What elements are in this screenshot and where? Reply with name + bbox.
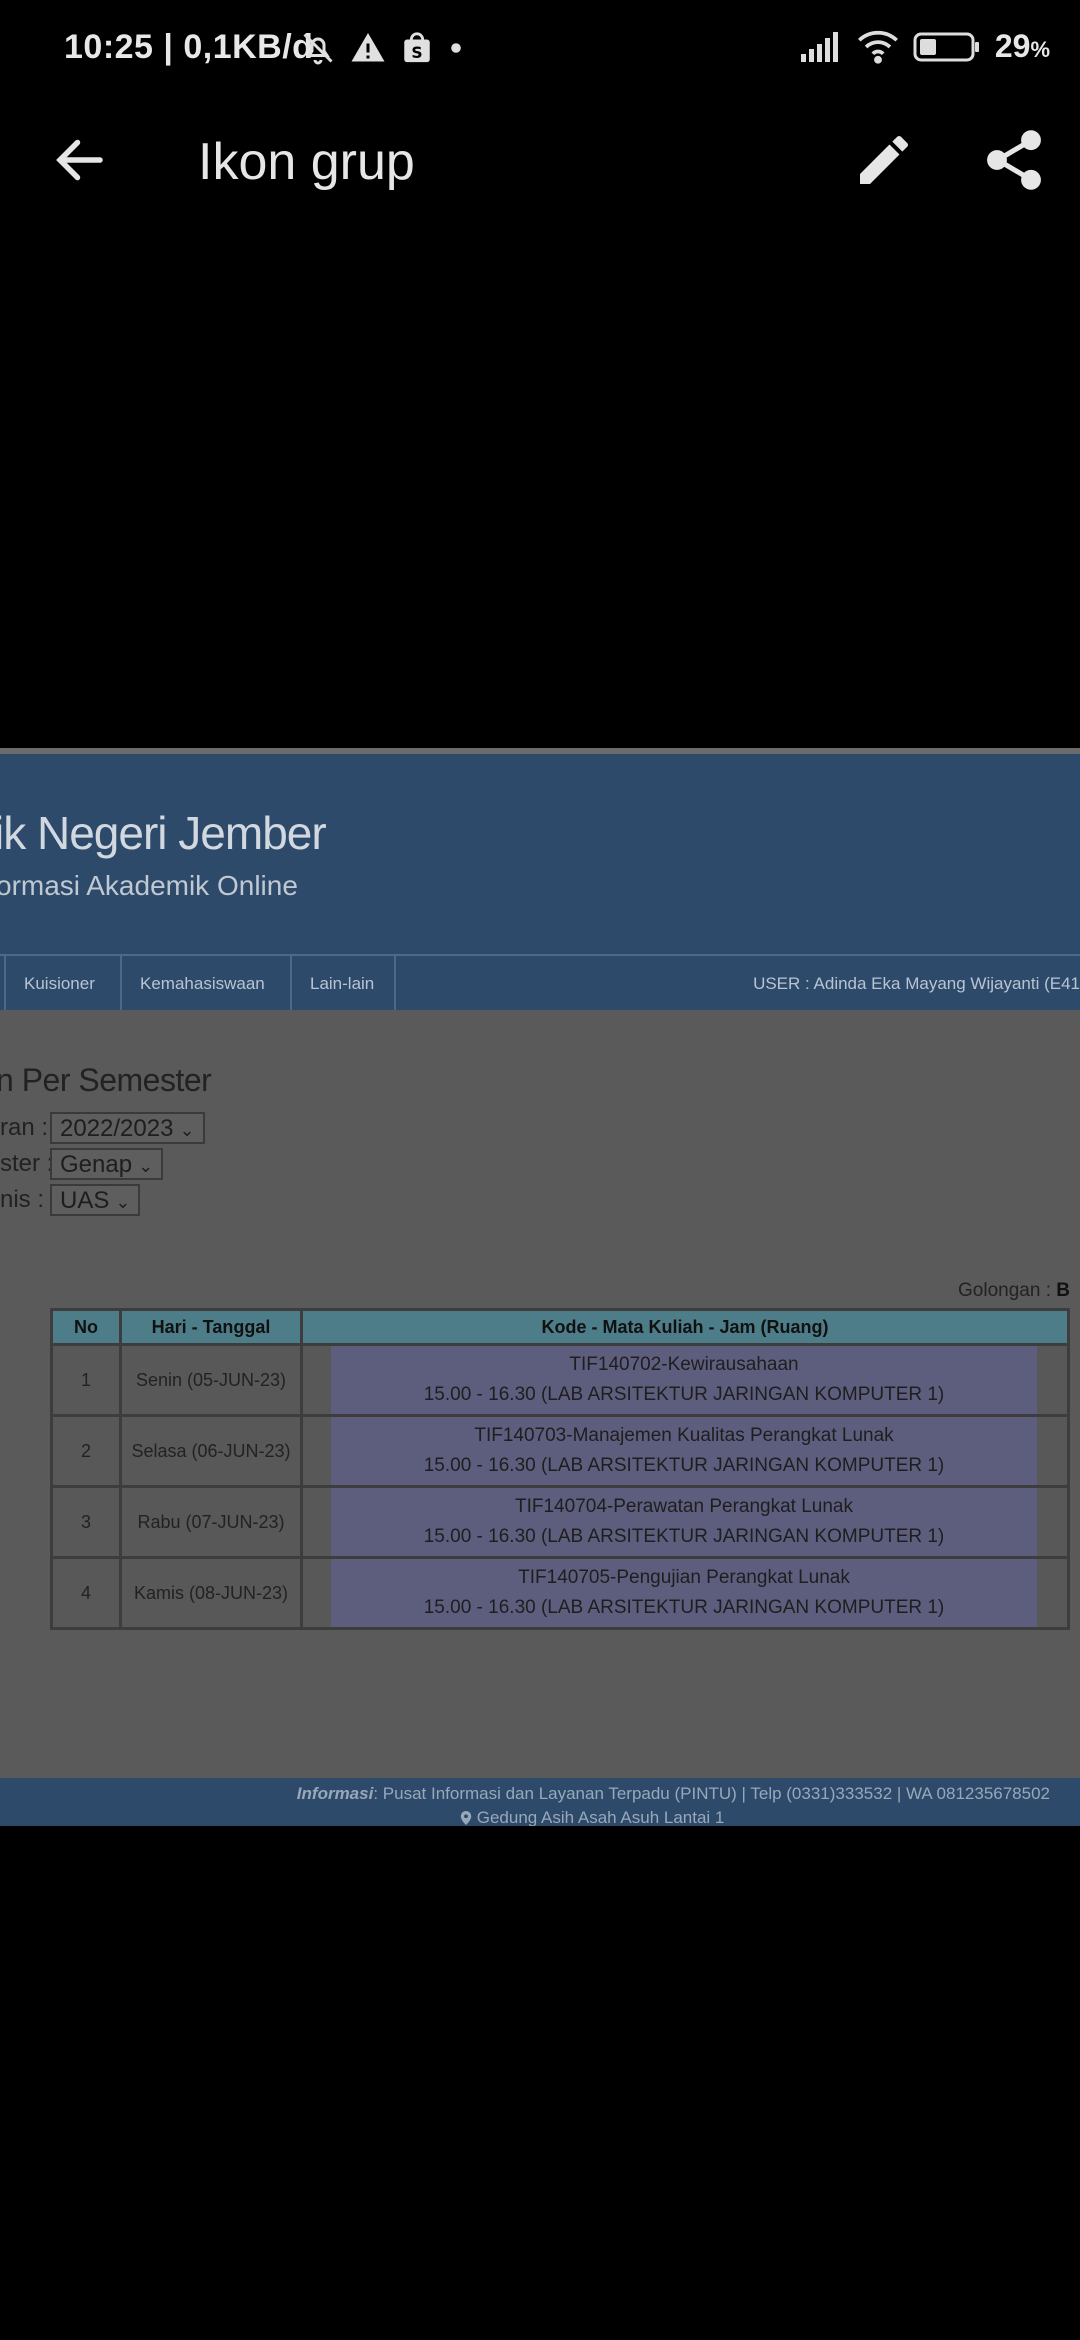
site-nav: Kuisioner Kemahasiswaan Lain-lain USER :… [0, 954, 1080, 1012]
status-time: 10:25 | 0,1KB/d [64, 28, 314, 66]
signal-icon [800, 31, 838, 62]
filter-type-label: nis : [0, 1186, 45, 1213]
table-header-row: No Hari - Tanggal Kode - Mata Kuliah - J… [50, 1308, 1070, 1346]
app-bar: Ikon grup [0, 110, 1080, 210]
row-no: 2 [50, 1414, 122, 1488]
row-time: 15.00 - 16.30 (LAB ARSITEKTUR JARINGAN K… [423, 1597, 945, 1618]
row-course-cell: TIF140705-Pengujian Perangkat Lunak 15.00… [300, 1556, 1070, 1630]
row-time: 15.00 - 16.30 (LAB ARSITEKTUR JARINGAN K… [423, 1526, 945, 1547]
nav-divider [394, 956, 396, 1012]
footer-info: Informasi: Pusat Informasi dan Layanan T… [297, 1784, 1050, 1804]
row-time: 15.00 - 16.30 (LAB ARSITEKTUR JARINGAN K… [423, 1384, 945, 1405]
footer-address: Gedung Asih Asah Asuh Lantai 1 [460, 1808, 724, 1826]
back-arrow-icon[interactable] [50, 130, 110, 190]
content-heading: n Per Semester [0, 1062, 212, 1098]
filter-year-label: ran : [0, 1114, 49, 1141]
dot-icon [451, 43, 461, 53]
chevron-down-icon: ⌄ [138, 1156, 154, 1176]
golongan-value: B [1056, 1280, 1070, 1301]
battery-icon [913, 32, 979, 61]
golongan-info: Golongan : B [958, 1280, 1070, 1302]
screenshot-image: ik Negeri Jember ormasi Akademik Online … [0, 748, 1080, 1826]
filter-year-select[interactable]: 2022/2023 ⌄ [50, 1112, 205, 1144]
map-pin-icon [460, 1811, 472, 1825]
filter-semester-select[interactable]: Genap ⌄ [50, 1148, 164, 1180]
row-day: Rabu (07-JUN-23) [119, 1485, 303, 1559]
row-day: Kamis (08-JUN-23) [119, 1556, 303, 1630]
table-row: 1 Senin (05-JUN-23) TIF140702-Kewirausah… [50, 1343, 1070, 1417]
page-title: Ikon grup [198, 133, 415, 191]
col-header-no: No [50, 1308, 122, 1346]
nav-user: USER : Adinda Eka Mayang Wijayanti (E41 [753, 974, 1080, 993]
table-row: 4 Kamis (08-JUN-23) TIF140705-Pengujian … [50, 1556, 1070, 1630]
row-course-cell: TIF140702-Kewirausahaan 15.00 - 16.30 (LA… [300, 1343, 1070, 1417]
col-header-course: Kode - Mata Kuliah - Jam (Ruang) [300, 1308, 1070, 1346]
share-icon[interactable] [980, 126, 1048, 194]
row-course: TIF140705-Pengujian Perangkat Lunak [518, 1567, 850, 1588]
row-day: Selasa (06-JUN-23) [119, 1414, 303, 1488]
banner-subtitle: ormasi Akademik Online [0, 870, 298, 901]
svg-text:S: S [411, 44, 422, 62]
golongan-label: Golongan : [958, 1280, 1051, 1301]
warning-icon [351, 33, 385, 62]
table-row: 3 Rabu (07-JUN-23) TIF140704-Perawatan P… [50, 1485, 1070, 1559]
bell-off-icon [303, 33, 333, 65]
edit-pencil-icon[interactable] [852, 128, 916, 192]
table-row: 2 Selasa (06-JUN-23) TIF140703-Manajemen… [50, 1414, 1070, 1488]
row-day: Senin (05-JUN-23) [119, 1343, 303, 1417]
row-course-cell: TIF140704-Perawatan Perangkat Lunak 15.00… [300, 1485, 1070, 1559]
wifi-icon [857, 30, 898, 64]
shopping-bag-icon: S [404, 32, 430, 63]
status-bar: 10:25 | 0,1KB/d S 29% [0, 0, 1080, 100]
chevron-down-icon: ⌄ [115, 1192, 131, 1212]
exam-schedule-table: No Hari - Tanggal Kode - Mata Kuliah - J… [50, 1308, 1070, 1630]
footer-info-label: Informasi [296, 1784, 374, 1803]
filter-type-select[interactable]: UAS ⌄ [50, 1184, 141, 1216]
notification-icons: S [300, 30, 464, 66]
footer-address-text: Gedung Asih Asah Asuh Lantai 1 [476, 1808, 725, 1826]
filter-semester-label: ster : [0, 1150, 54, 1177]
site-banner: ik Negeri Jember ormasi Akademik Online [0, 754, 1080, 954]
row-time: 15.00 - 16.30 (LAB ARSITEKTUR JARINGAN K… [423, 1455, 945, 1476]
footer-info-text: : Pusat Informasi dan Layanan Terpadu (P… [373, 1784, 1050, 1803]
row-no: 3 [50, 1485, 122, 1559]
nav-item-kemahasiswaan[interactable]: Kemahasiswaan [120, 956, 283, 1012]
site-footer: Informasi: Pusat Informasi dan Layanan T… [0, 1778, 1080, 1826]
row-course-cell: TIF140703-Manajemen Kualitas Perangkat L… [300, 1414, 1070, 1488]
row-course: TIF140702-Kewirausahaan [569, 1354, 799, 1375]
chevron-down-icon: ⌄ [179, 1120, 195, 1140]
col-header-day: Hari - Tanggal [119, 1308, 303, 1346]
nav-item-kuisioner[interactable]: Kuisioner [4, 956, 113, 1012]
nav-item-lain-lain[interactable]: Lain-lain [290, 956, 392, 1012]
banner-title: ik Negeri Jember [0, 807, 327, 859]
main-content: n Per Semester ran : 2022/2023 ⌄ ster : G… [0, 1010, 1080, 1778]
row-no: 1 [50, 1343, 122, 1417]
row-no: 4 [50, 1556, 122, 1630]
battery-percent: 29% [994, 28, 1050, 64]
row-course: TIF140704-Perawatan Perangkat Lunak [515, 1496, 853, 1517]
row-course: TIF140703-Manajemen Kualitas Perangkat L… [474, 1425, 894, 1446]
